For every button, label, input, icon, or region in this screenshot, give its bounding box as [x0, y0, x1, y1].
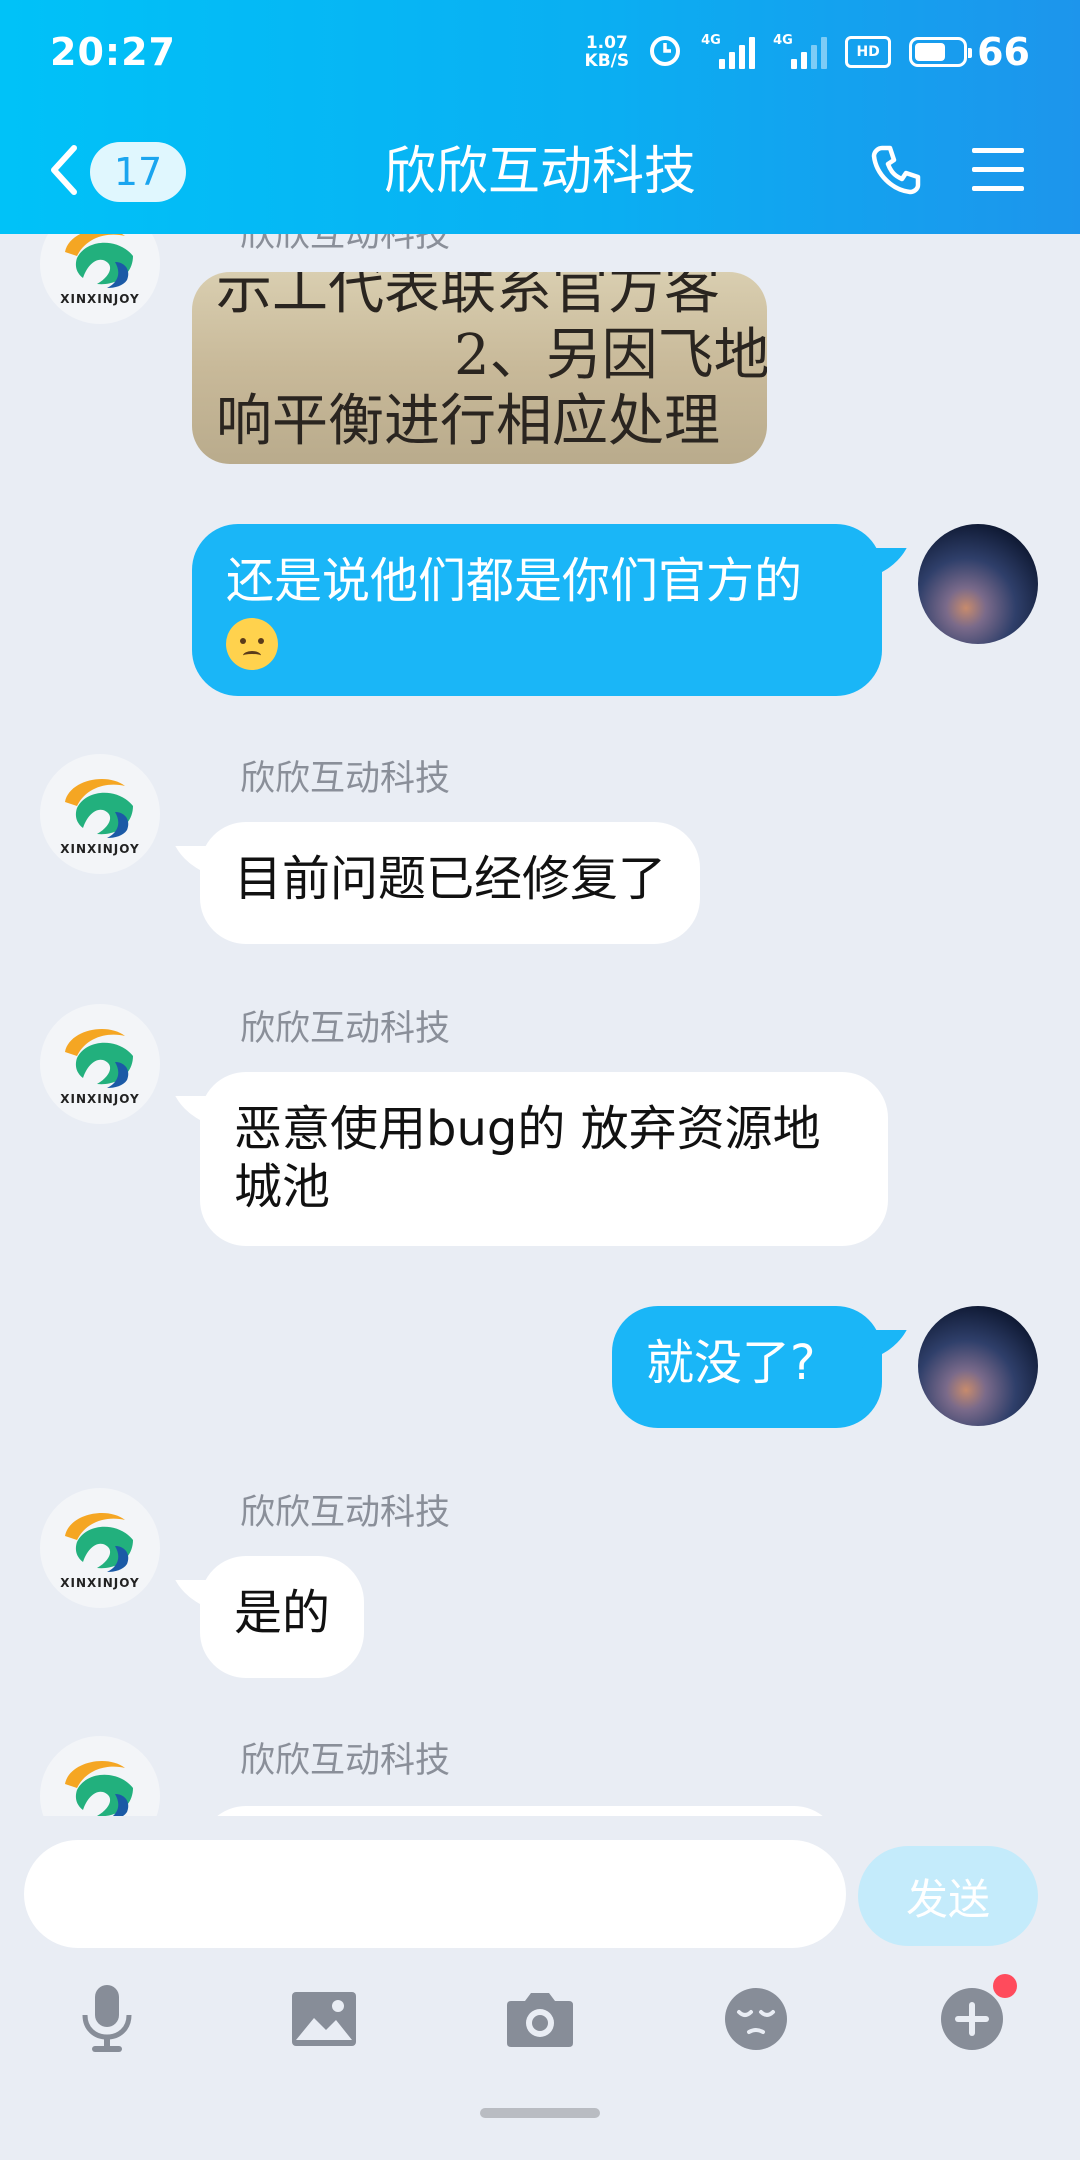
message-text: 目前问题已经修复了	[234, 851, 667, 907]
unread-count-badge: 17	[90, 142, 186, 202]
xinxin-logo-icon	[65, 1761, 133, 1816]
status-bar: 20:27 1.07 KB/S 4G 4G HD 66	[0, 0, 1080, 110]
network-speed-value: 1.07	[585, 33, 628, 53]
message-bubble[interactable]: 就没了?	[612, 1306, 882, 1428]
sender-name: 欣欣互动科技	[240, 1741, 451, 1781]
user-avatar[interactable]	[918, 524, 1038, 644]
menu-icon	[970, 145, 1026, 199]
message-text: 恶意使用bug的 放弃资源地城池	[234, 1101, 821, 1215]
menu-button[interactable]	[958, 132, 1038, 212]
emoji-button[interactable]	[701, 1966, 811, 2076]
image-text-line: 响平衡进行相应处理	[216, 389, 720, 454]
message-bubble[interactable]: 目前问题已经修复了	[200, 822, 701, 944]
signal-1-label: 4G	[701, 33, 721, 48]
logo-brand: XINXINJOY	[60, 842, 140, 856]
header: 20:27 1.07 KB/S 4G 4G HD 66 17 欣欣互动科技	[0, 0, 1080, 234]
user-avatar[interactable]	[918, 1306, 1038, 1426]
logo-brand: XINXINJOY	[60, 1576, 140, 1590]
hd-label: HD	[856, 44, 880, 60]
signal-icon: 4G	[701, 33, 756, 69]
logo-brand: XINXINJOY	[60, 1092, 140, 1106]
message-text: 还是说他们都是你们官方的	[226, 553, 803, 609]
image-button[interactable]	[269, 1966, 379, 2076]
more-button[interactable]	[917, 1966, 1027, 2076]
status-icons: 1.07 KB/S 4G 4G HD 66	[585, 28, 1030, 76]
emoji-icon	[723, 1986, 789, 2056]
camera-button[interactable]	[485, 1966, 595, 2076]
sender-name: 欣欣互动科技	[240, 1493, 451, 1533]
sender-name: 欣欣互动科技	[240, 759, 451, 799]
battery-indicator: 66	[909, 30, 1030, 74]
message-bubble[interactable]: 恶意使用bug的 放弃资源地城池	[200, 1072, 888, 1246]
send-button[interactable]: 发送	[858, 1846, 1038, 1946]
alarm-icon	[647, 32, 683, 72]
call-button[interactable]	[856, 132, 936, 212]
sender-name: 欣欣互动科技	[240, 1009, 451, 1049]
xinxin-logo-icon	[65, 779, 133, 838]
camera-icon	[505, 1989, 575, 2053]
battery-level: 66	[977, 30, 1030, 74]
message-bubble[interactable]	[200, 1806, 840, 1816]
contact-avatar[interactable]: XINXINJOY	[40, 234, 160, 324]
logo-brand: XINXINJOY	[60, 292, 140, 306]
microphone-icon	[76, 1983, 138, 2059]
image-message[interactable]: 示工代表联系官方客 2、另因飞地 响平衡进行相应处理	[192, 272, 767, 464]
message-bubble[interactable]: 还是说他们都是你们官方的	[192, 524, 882, 696]
chat-messages[interactable]: XINXINJOY 欣欣互动科技 示工代表联系官方客 2、另因飞地 响平衡进行相…	[0, 234, 1080, 1816]
phone-icon	[868, 142, 924, 202]
sender-name: 欣欣互动科技	[240, 234, 451, 255]
contact-avatar[interactable]: XINXINJOY	[40, 754, 160, 874]
message-text: 是的	[234, 1585, 331, 1641]
image-icon	[290, 1990, 358, 2052]
home-indicator[interactable]	[480, 2108, 600, 2118]
notification-dot	[993, 1974, 1017, 1998]
status-time: 20:27	[50, 30, 176, 74]
back-button[interactable]: 17	[44, 126, 186, 218]
title-bar: 17 欣欣互动科技	[0, 110, 1080, 234]
chevron-left-icon	[44, 140, 84, 204]
message-text: 就没了?	[646, 1335, 816, 1391]
hd-icon: HD	[845, 36, 892, 68]
signal-2-label: 4G	[773, 33, 793, 48]
message-bubble[interactable]: 是的	[200, 1556, 365, 1678]
xinxin-logo-icon	[65, 1513, 133, 1572]
xinxin-logo-icon	[65, 234, 133, 288]
contact-avatar[interactable]: XINXINJOY	[40, 1736, 160, 1816]
battery-icon	[909, 37, 973, 67]
xinxin-logo-icon	[65, 1029, 133, 1088]
signal-icon: 4G	[773, 33, 828, 69]
message-input[interactable]	[24, 1840, 846, 1948]
network-speed-unit: KB/S	[584, 51, 630, 71]
contact-avatar[interactable]: XINXINJOY	[40, 1004, 160, 1124]
contact-avatar[interactable]: XINXINJOY	[40, 1488, 160, 1608]
input-area: 发送	[0, 1816, 1080, 2160]
network-speed: 1.07 KB/S	[585, 34, 630, 70]
input-toolbar	[0, 1966, 1080, 2076]
voice-button[interactable]	[52, 1966, 162, 2076]
thinking-emoji-icon	[226, 618, 278, 670]
plus-icon	[939, 1986, 1005, 2056]
